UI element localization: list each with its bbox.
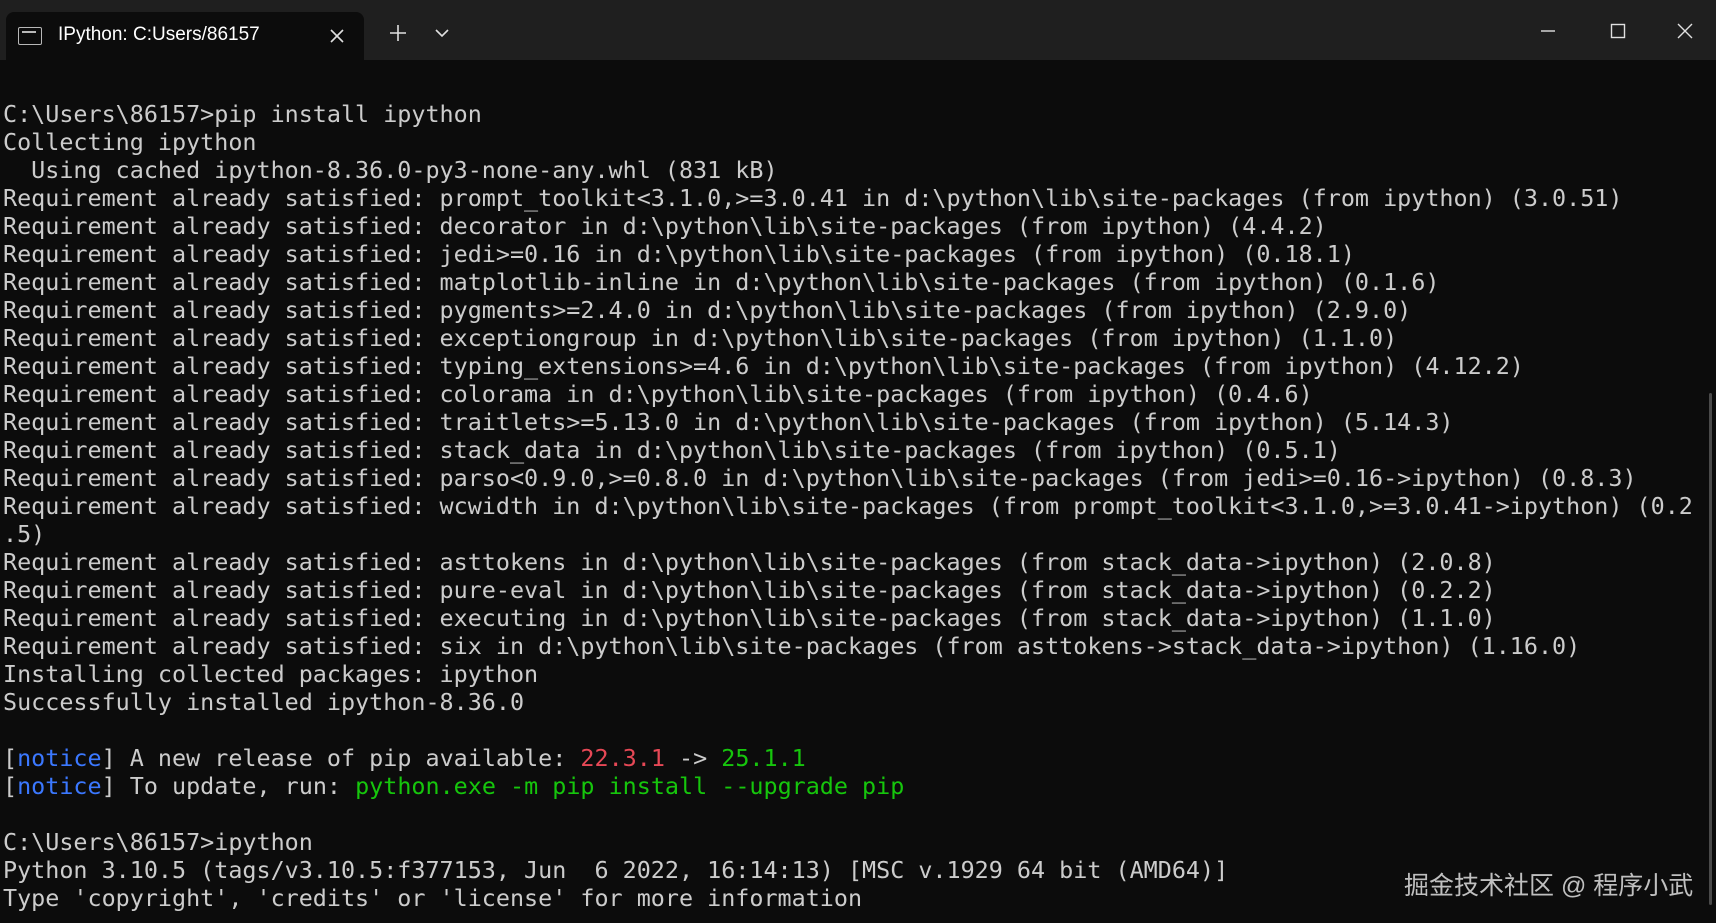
arrow: -> (664, 744, 722, 772)
scrollbar[interactable] (1709, 393, 1712, 905)
notice-text: To update, run: (115, 772, 356, 800)
notice-tag: notice (17, 744, 102, 772)
tab-dropdown-button[interactable] (424, 18, 460, 52)
watermark: 掘金技术社区 @ 程序小武 (1404, 872, 1694, 900)
bracket: [ (3, 772, 18, 800)
console-line: Successfully installed ipython-8.36.0 (3, 688, 525, 716)
notice-tag: notice (17, 772, 102, 800)
terminal-icon (18, 27, 42, 45)
plus-icon (390, 25, 406, 41)
bracket: ] (101, 744, 116, 772)
notice-text: A new release of pip available: (115, 744, 581, 772)
console-line: Requirement already satisfied: traitlets… (3, 408, 1454, 436)
tab-title: IPython: C:Users/86157 (58, 24, 260, 45)
minimize-button[interactable] (1513, 0, 1583, 60)
console-line: Requirement already satisfied: pure-eval… (3, 576, 1496, 604)
console-line: Requirement already satisfied: parso<0.9… (3, 464, 1637, 492)
title-bar: IPython: C:Users/86157 (0, 0, 1716, 60)
maximize-button[interactable] (1583, 0, 1653, 60)
console-line: Requirement already satisfied: colorama … (3, 380, 1313, 408)
console-line: C:\Users\86157>ipython (3, 828, 313, 856)
chevron-down-icon (435, 29, 449, 38)
close-window-button[interactable] (1650, 0, 1716, 60)
console-line: Requirement already satisfied: prompt_to… (3, 184, 1623, 212)
console-line: Requirement already satisfied: stack_dat… (3, 436, 1341, 464)
console-line: Requirement already satisfied: executing… (3, 604, 1496, 632)
close-tab-button[interactable] (322, 21, 352, 51)
console-line: Requirement already satisfied: jedi>=0.1… (3, 240, 1355, 268)
console-output: C:\Users\86157>pip install ipython Colle… (3, 100, 1693, 912)
console-line: Python 3.10.5 (tags/v3.10.5:f377153, Jun… (3, 856, 1229, 884)
console-line: Requirement already satisfied: asttokens… (3, 548, 1496, 576)
minimize-icon (1541, 30, 1555, 32)
bracket: ] (101, 772, 116, 800)
console-line: Using cached ipython-8.36.0-py3-none-any… (3, 156, 778, 184)
notice-line-update: [notice] To update, run: python.exe -m p… (3, 772, 904, 800)
console-line: Collecting ipython (3, 128, 257, 156)
console-line: C:\Users\86157>pip install ipython (3, 100, 482, 128)
notice-line-release: [notice] A new release of pip available:… (3, 744, 806, 772)
tab-ipython[interactable]: IPython: C:Users/86157 (6, 12, 364, 60)
console-line: Requirement already satisfied: decorator… (3, 212, 1327, 240)
console-line: Installing collected packages: ipython (3, 660, 539, 688)
console-line: .5) (3, 520, 46, 548)
close-icon (330, 29, 344, 43)
console-line: Requirement already satisfied: matplotli… (3, 268, 1440, 296)
bracket: [ (3, 744, 18, 772)
update-command: python.exe -m pip install --upgrade pip (355, 772, 905, 800)
maximize-icon (1610, 23, 1626, 39)
new-version: 25.1.1 (721, 744, 806, 772)
new-tab-button[interactable] (380, 16, 416, 50)
old-version: 22.3.1 (580, 744, 665, 772)
terminal-output-area[interactable]: C:\Users\86157>pip install ipython Colle… (0, 60, 1716, 923)
console-line: Requirement already satisfied: pygments>… (3, 296, 1412, 324)
console-line: Requirement already satisfied: exception… (3, 324, 1398, 352)
console-line: Requirement already satisfied: typing_ex… (3, 352, 1524, 380)
console-line: Requirement already satisfied: six in d:… (3, 632, 1581, 660)
close-icon (1677, 23, 1693, 39)
console-line: Type 'copyright', 'credits' or 'license'… (3, 884, 863, 912)
console-line: Requirement already satisfied: wcwidth i… (3, 492, 1693, 520)
